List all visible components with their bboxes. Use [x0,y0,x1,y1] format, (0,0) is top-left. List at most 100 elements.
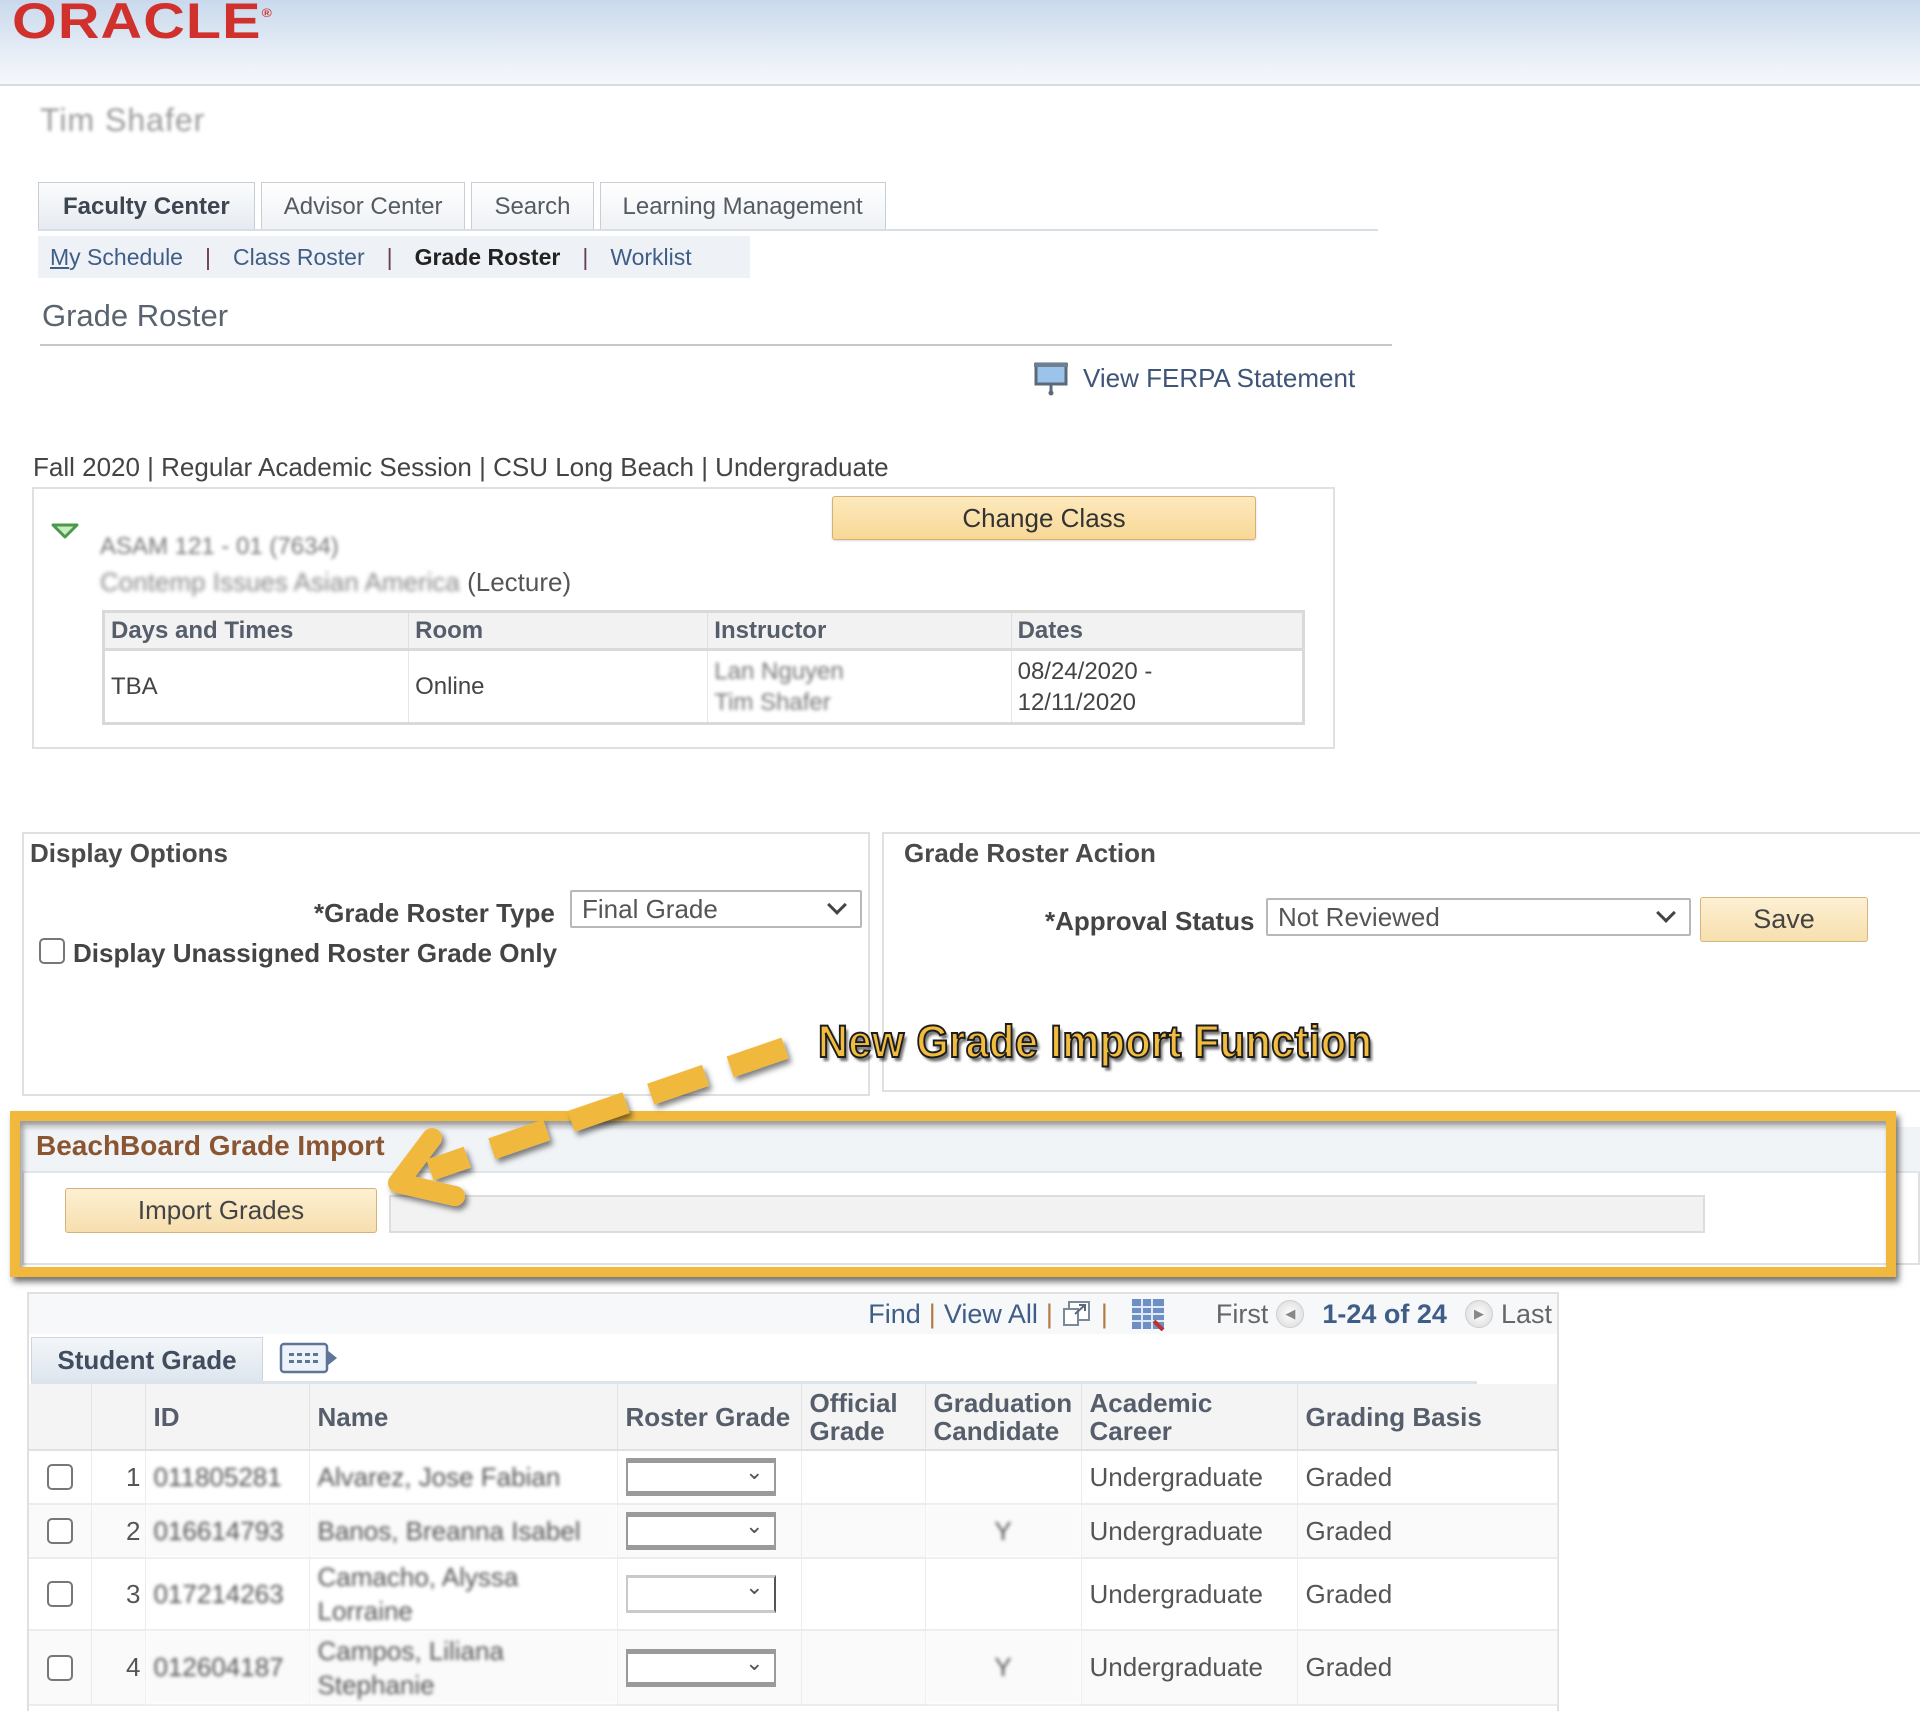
student-name: Banos, Breanna Isabel [309,1504,618,1559]
last-link[interactable]: Last [1501,1299,1552,1330]
column-header-name[interactable]: Name [309,1384,618,1451]
student-id: 017214263 [145,1558,310,1631]
first-link[interactable]: First [1216,1299,1268,1330]
tab-learning-management[interactable]: Learning Management [599,182,886,230]
approval-status-value: Not Reviewed [1278,901,1440,932]
grade-roster-type-label: *Grade Roster Type [314,898,555,928]
grading-basis: Graded [1297,1504,1558,1559]
academic-career: Undergraduate [1081,1504,1298,1559]
view-all-link[interactable]: View All [944,1299,1038,1330]
previous-page-icon[interactable]: ◀ [1276,1300,1305,1328]
grade-roster-type-value: Final Grade [582,893,718,924]
academic-career: Undergraduate [1081,1450,1298,1505]
column-header-days-times: Days and Times [103,611,410,651]
tab-faculty-center[interactable]: Faculty Center [38,182,255,230]
row-number: 3 [91,1558,146,1631]
instructor-cell: Lan Nguyen Tim Shafer [707,649,1012,724]
tab-student-grade[interactable]: Student Grade [31,1337,263,1382]
chevron-down-icon [827,895,847,915]
grade-roster-type-select[interactable]: Final Grade [570,890,862,928]
column-header-grading-basis[interactable]: Grading Basis [1297,1384,1558,1451]
row-select-checkbox[interactable] [46,1518,73,1544]
row-select-cell [29,1504,92,1559]
dates-cell: 08/24/2020 - 12/11/2020 [1011,649,1305,724]
save-button[interactable]: Save [1700,897,1868,942]
download-spreadsheet-icon[interactable] [1130,1297,1166,1331]
display-options-title: Display Options [30,838,228,868]
column-header-roster-grade[interactable]: Roster Grade [617,1384,802,1451]
class-title: Contemp Issues Asian America (Lecture) [100,567,571,598]
student-id: 016614793 [145,1504,310,1559]
row-select-checkbox[interactable] [46,1581,73,1607]
instructor-name: Lan Nguyen [714,657,844,685]
show-all-columns-icon[interactable] [279,1342,339,1374]
tab-baseline [38,229,1378,231]
page-count: 1-24 of 24 [1322,1298,1447,1329]
row-select-cell [29,1558,92,1631]
presentation-screen-icon [1034,362,1068,396]
grading-basis: Graded [1297,1558,1558,1631]
unassigned-only-checkbox[interactable] [39,938,65,964]
oracle-logo: ORACLE® [12,0,273,50]
nav-separator: | [928,1298,936,1329]
import-grades-button[interactable]: Import Grades [65,1188,377,1233]
column-header-graduation-candidate[interactable]: Graduation Candidate [925,1384,1082,1451]
column-header-academic-career[interactable]: Academic Career [1081,1384,1298,1451]
roster-grade-select[interactable] [625,1574,776,1613]
grading-basis: Graded [1297,1450,1558,1505]
sub-navigation: My Schedule | Class Roster | Grade Roste… [38,236,750,278]
oracle-header-bar [0,0,1920,86]
subnav-grade-roster: Grade Roster [414,243,561,270]
table-row: 1 011805281 Alvarez, Jose Fabian Undergr… [29,1450,1558,1505]
graduation-candidate [925,1558,1082,1631]
ferpa-link-label: View FERPA Statement [1083,362,1356,393]
student-name: Alvarez, Jose Fabian [309,1450,618,1505]
roster-grade-select[interactable] [625,1458,776,1496]
grading-basis: Graded [1297,1630,1558,1706]
zoom-grid-icon[interactable] [1061,1300,1093,1328]
table-row: 4 012604187 Campos, Liliana Stephanie Y … [29,1630,1558,1706]
graduation-candidate: Y [925,1630,1082,1706]
roster-grade-cell [617,1630,802,1706]
subnav-my-schedule[interactable]: My Schedule [50,244,183,271]
class-type: (Lecture) [467,567,572,597]
meeting-row: TBA Online Lan Nguyen Tim Shafer 08/24/20… [103,649,1305,724]
column-header-id[interactable]: ID [145,1384,310,1451]
tab-advisor-center[interactable]: Advisor Center [260,182,466,230]
change-class-button[interactable]: Change Class [832,496,1256,540]
roster-grade-select[interactable] [625,1512,776,1550]
row-select-cell [29,1450,92,1505]
approval-status-select[interactable]: Not Reviewed [1266,898,1691,936]
title-divider [40,344,1392,346]
session-info: Fall 2020 | Regular Academic Session | C… [33,452,889,482]
next-page-icon[interactable]: ▶ [1464,1300,1493,1328]
subnav-worklist[interactable]: Worklist [610,244,691,271]
row-select-checkbox[interactable] [46,1654,73,1681]
grade-roster-action-title: Grade Roster Action [904,838,1156,868]
row-number: 4 [91,1630,146,1706]
subnav-separator: | [582,243,589,270]
days-times-cell: TBA [103,649,410,724]
student-grade-table: ID Name Roster Grade Official Grade Grad… [29,1384,1558,1706]
ferpa-link[interactable]: View FERPA Statement [1033,360,1355,396]
tab-search[interactable]: Search [471,182,594,230]
official-grade [801,1630,926,1706]
find-link[interactable]: Find [868,1299,921,1330]
chevron-down-icon [1656,903,1676,923]
subnav-class-roster[interactable]: Class Roster [233,244,365,271]
column-header-dates: Dates [1011,611,1305,651]
row-select-checkbox[interactable] [46,1464,73,1490]
roster-grade-cell [617,1450,802,1505]
collapse-triangle-icon[interactable] [50,522,80,540]
column-header-official-grade[interactable]: Official Grade [801,1384,926,1451]
column-header-select [29,1384,92,1451]
column-header-row-number [91,1384,146,1451]
table-row: 2 016614793 Banos, Breanna Isabel Y Unde… [29,1504,1558,1559]
end-date: 12/11/2020 [1017,688,1136,716]
logo-text: ORACLE [12,0,262,49]
column-header-room: Room [408,611,709,651]
subnav-separator: | [204,243,211,270]
access-key-letter: M [50,243,70,270]
user-name: Tim Shafer [40,102,206,138]
roster-grade-select[interactable] [625,1648,776,1687]
